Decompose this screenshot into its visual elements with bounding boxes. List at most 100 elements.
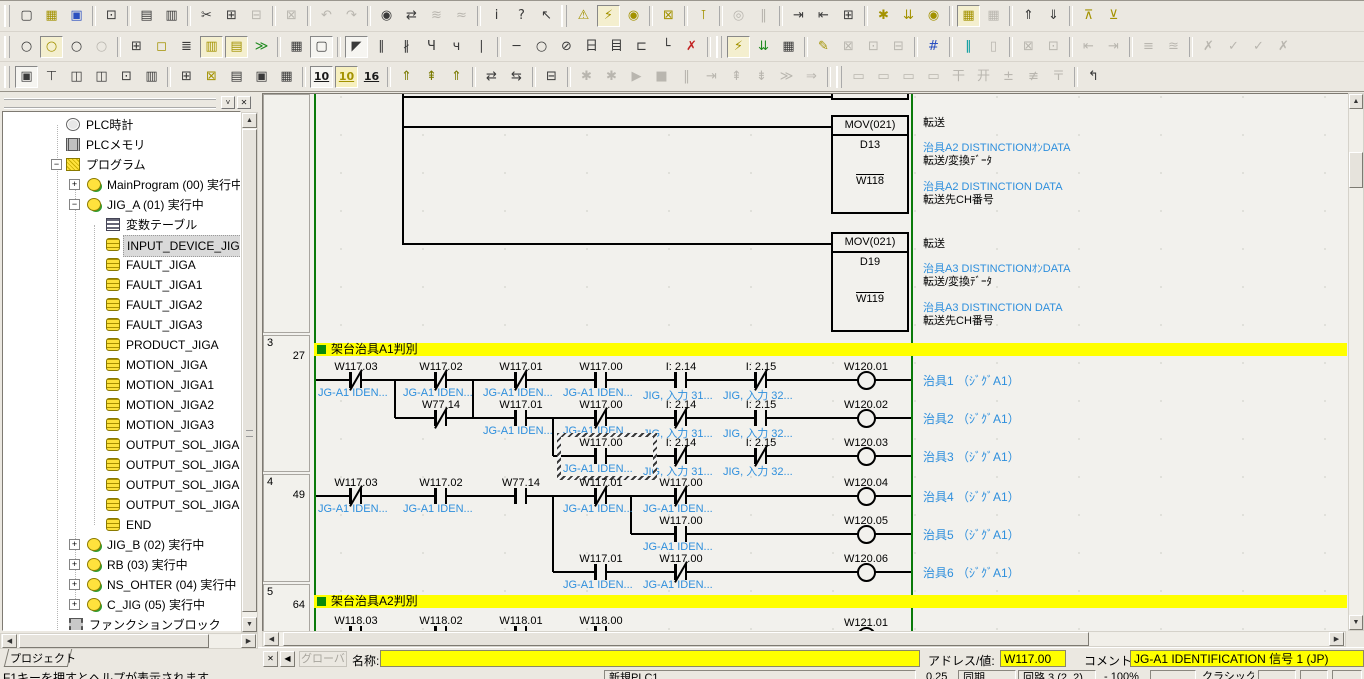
name-input[interactable] xyxy=(380,650,920,667)
contact-address[interactable]: W117.00 xyxy=(555,399,647,411)
tree-item-c-jig-05-[interactable]: +C_JIG (05) 実行中 xyxy=(3,595,241,615)
tree-item-jig-a-01-[interactable]: −JIG_A (01) 実行中 xyxy=(3,195,241,215)
contact-address[interactable]: W117.02 xyxy=(395,361,487,373)
toolbar-grip[interactable] xyxy=(836,66,842,88)
nc-contact[interactable] xyxy=(754,448,767,464)
toolbar-button-icon[interactable]: ⇊ xyxy=(897,5,920,27)
tree-item--[interactable]: 変数テーブル xyxy=(3,215,241,235)
tree-item-label[interactable]: INPUT_DEVICE_JIGA xyxy=(123,235,241,257)
scroll-up-icon[interactable]: ▲ xyxy=(242,113,257,128)
toolbar-button-icon[interactable]: ⊞ xyxy=(125,36,148,58)
nc-contact[interactable] xyxy=(514,372,527,388)
tree-item-label[interactable]: C_JIG (05) 実行中 xyxy=(104,595,208,615)
toolbar-grip[interactable] xyxy=(716,36,722,58)
instruction-operand-source[interactable]: D19 xyxy=(833,256,907,268)
toolbar-button-icon[interactable]: ▣ xyxy=(65,5,88,27)
tree-scroll-thumb[interactable] xyxy=(242,129,257,612)
toolbar-button-icon[interactable]: ≡ xyxy=(1137,36,1160,58)
toolbar-button-icon[interactable]: ⇄ xyxy=(400,5,423,27)
toolbar-button-icon[interactable]: 开 xyxy=(972,66,995,88)
toolbar-button-icon[interactable]: ⊠ xyxy=(1017,36,1040,58)
toolbar-button-icon[interactable]: ▢ xyxy=(15,5,38,27)
toolbar-button-icon[interactable]: ✓ xyxy=(1247,36,1270,58)
tree-item--[interactable]: −プログラム xyxy=(3,155,241,175)
no-contact[interactable] xyxy=(594,564,607,580)
toolbar-button-icon[interactable]: 16 xyxy=(360,66,383,88)
tree-item-label[interactable]: OUTPUT_SOL_JIGA xyxy=(123,475,241,495)
toolbar-button-icon[interactable]: ‖ xyxy=(675,66,698,88)
toolbar-button-icon[interactable]: ▤ xyxy=(135,5,158,27)
contact-address[interactable]: W117.00 xyxy=(635,553,727,565)
toolbar-button-icon[interactable]: ∥ xyxy=(370,36,393,58)
toolbar-button-icon[interactable]: 〒 xyxy=(1047,66,1070,88)
toolbar-button-icon[interactable]: ▣ xyxy=(15,66,38,88)
toolbar-button-icon[interactable]: ⇓ xyxy=(1042,5,1065,27)
nc-contact[interactable] xyxy=(674,488,687,504)
scroll-left-icon[interactable]: ◀ xyxy=(2,634,17,648)
address-value-input[interactable]: W117.00 xyxy=(1000,650,1066,667)
toolbar-button-icon[interactable]: 10 xyxy=(335,66,358,88)
no-contact[interactable] xyxy=(514,410,527,426)
collapse-left-icon[interactable]: ◀ xyxy=(280,651,295,667)
rung-margin-cell[interactable] xyxy=(263,94,310,333)
toolbar-button-icon[interactable]: ⇤ xyxy=(812,5,835,27)
output-coil[interactable] xyxy=(857,371,876,390)
toolbar-button-icon[interactable]: ≈ xyxy=(450,5,473,27)
contact-address[interactable]: W77.14 xyxy=(395,399,487,411)
instruction-operand-dest[interactable]: W118 xyxy=(833,175,907,187)
toolbar-button-icon[interactable]: ✗ xyxy=(1272,36,1295,58)
toolbar-button-icon[interactable]: ⊟ xyxy=(540,66,563,88)
toolbar-button-icon[interactable]: ‖ xyxy=(752,5,775,27)
toolbar-button-icon[interactable]: ≣ xyxy=(175,36,198,58)
tree-item--[interactable]: ファンクションブロック xyxy=(3,615,241,631)
toolbar-button-icon[interactable]: ⚠ xyxy=(572,5,595,27)
no-contact[interactable] xyxy=(594,372,607,388)
tree-item-motion-jiga[interactable]: MOTION_JIGA xyxy=(3,355,241,375)
toolbar-button-icon[interactable]: ⊡ xyxy=(1042,36,1065,58)
toolbar-button-icon[interactable]: ⊟ xyxy=(887,36,910,58)
tree-item-product-jiga[interactable]: PRODUCT_JIGA xyxy=(3,335,241,355)
mov-instruction-block[interactable]: MOV(021)D19W119 xyxy=(831,232,909,332)
tree-item-label[interactable]: FAULT_JIGA1 xyxy=(123,275,205,295)
toolbar-button-icon[interactable]: ⇟ xyxy=(750,66,773,88)
output-coil[interactable] xyxy=(857,409,876,428)
toolbar-button-icon[interactable]: ✗ xyxy=(1197,36,1220,58)
tree-item-mainprogram-00-[interactable]: +MainProgram (00) 実行中 xyxy=(3,175,241,195)
tree-item-output-sol-jiga[interactable]: OUTPUT_SOL_JIGA xyxy=(3,435,241,455)
coil-address[interactable]: W120.02 xyxy=(820,399,912,411)
coil-address[interactable]: W120.06 xyxy=(820,553,912,565)
rung-margin-cell[interactable]: 327 xyxy=(263,335,310,472)
no-contact[interactable] xyxy=(674,372,687,388)
toolbar-button-icon[interactable]: ◉ xyxy=(922,5,945,27)
tree-item-output-sol-jiga[interactable]: OUTPUT_SOL_JIGA xyxy=(3,495,241,515)
chevron-down-icon[interactable]: ˅ xyxy=(221,96,235,109)
toolbar-button-icon[interactable]: ◉ xyxy=(622,5,645,27)
contact-address[interactable]: W117.02 xyxy=(395,477,487,489)
coil-address[interactable]: W120.05 xyxy=(820,515,912,527)
tree-item-label[interactable]: OUTPUT_SOL_JIGA xyxy=(123,495,241,515)
contact-address[interactable]: W118.02 xyxy=(395,615,487,627)
contact-address[interactable]: W117.00 xyxy=(635,515,727,527)
toolbar-button-icon[interactable]: 日 xyxy=(580,36,603,58)
contact-address[interactable]: I: 2.14 xyxy=(635,361,727,373)
tree-item-label[interactable]: OUTPUT_SOL_JIGA xyxy=(123,435,241,455)
toolbar-button-icon[interactable]: ▶ xyxy=(625,66,648,88)
contact-address[interactable]: I: 2.15 xyxy=(715,361,807,373)
toolbar-button-icon[interactable]: ○ xyxy=(530,36,553,58)
toolbar-button-icon[interactable]: ▥ xyxy=(200,36,223,58)
toolbar-button-icon[interactable]: ⇄ xyxy=(480,66,503,88)
toolbar-button-icon[interactable]: 目 xyxy=(605,36,628,58)
toolbar-button-icon[interactable]: ⇑ xyxy=(445,66,468,88)
tree-item-label[interactable]: ファンクションブロック xyxy=(86,615,224,631)
tree-item-ns-ohter-04-[interactable]: +NS_OHTER (04) 実行中 xyxy=(3,575,241,595)
toolbar-button-icon[interactable]: ⇆ xyxy=(505,66,528,88)
scroll-left-icon[interactable]: ◀ xyxy=(264,632,279,646)
tree-item-label[interactable]: NS_OHTER (04) 実行中 xyxy=(104,575,239,595)
coil-address[interactable]: W121.01 xyxy=(820,617,912,629)
toolbar-button-icon[interactable]: ⇑ xyxy=(1017,5,1040,27)
toolbar-button-icon[interactable]: ⊟ xyxy=(245,5,268,27)
toolbar-button-icon[interactable]: ≫ xyxy=(250,36,273,58)
toolbar-button-icon[interactable]: ▥ xyxy=(140,66,163,88)
no-contact[interactable] xyxy=(434,488,447,504)
toolbar-button-icon[interactable]: ▦ xyxy=(275,66,298,88)
